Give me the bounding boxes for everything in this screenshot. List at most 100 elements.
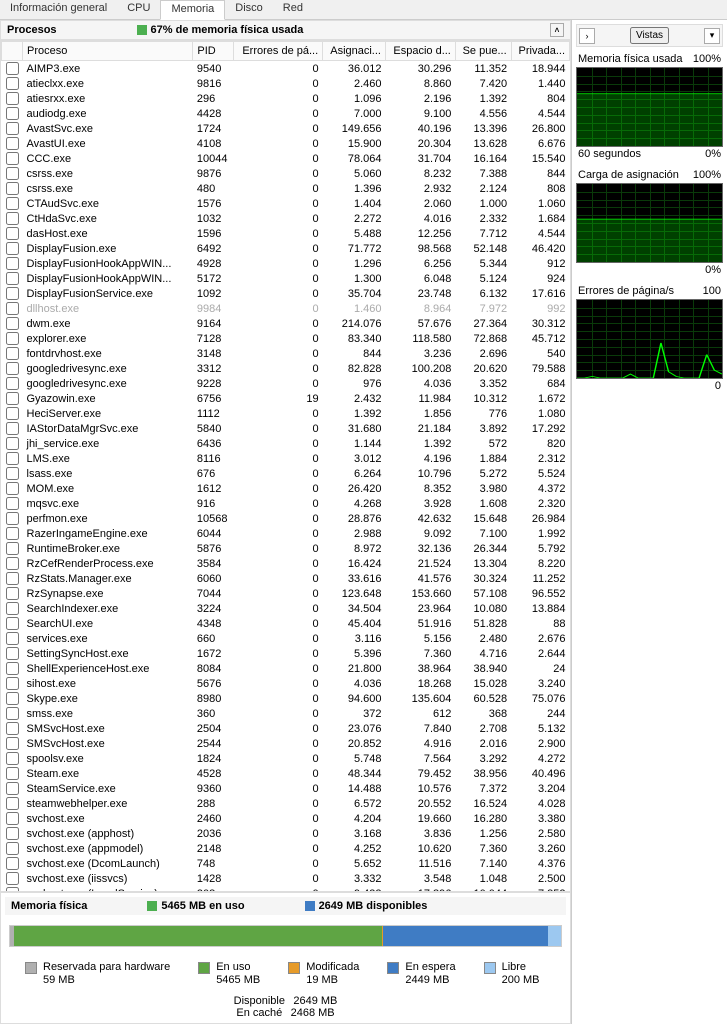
row-checkbox[interactable] xyxy=(6,122,19,135)
table-row[interactable]: CtHdaSvc.exe103202.2724.0162.3321.684 xyxy=(2,211,570,226)
table-row[interactable]: perfmon.exe10568028.87642.63215.64826.98… xyxy=(2,511,570,526)
row-checkbox[interactable] xyxy=(6,437,19,450)
col-header[interactable]: Asignaci... xyxy=(323,42,386,61)
table-row[interactable]: jhi_service.exe643601.1441.392572820 xyxy=(2,436,570,451)
row-checkbox[interactable] xyxy=(6,752,19,765)
table-row[interactable]: ShellExperienceHost.exe8084021.80038.964… xyxy=(2,661,570,676)
row-checkbox[interactable] xyxy=(6,497,19,510)
table-row[interactable]: SettingSyncHost.exe167205.3967.3604.7162… xyxy=(2,646,570,661)
row-checkbox[interactable] xyxy=(6,107,19,120)
row-checkbox[interactable] xyxy=(6,812,19,825)
table-row[interactable]: dwm.exe91640214.07657.67627.36430.312 xyxy=(2,316,570,331)
row-checkbox[interactable] xyxy=(6,392,19,405)
row-checkbox[interactable] xyxy=(6,137,19,150)
row-checkbox[interactable] xyxy=(6,602,19,615)
tab-cpu[interactable]: CPU xyxy=(117,0,160,19)
row-checkbox[interactable] xyxy=(6,212,19,225)
tab-disco[interactable]: Disco xyxy=(225,0,273,19)
table-row[interactable]: RzStats.Manager.exe6060033.61641.57630.3… xyxy=(2,571,570,586)
col-header[interactable]: Proceso xyxy=(23,42,193,61)
row-checkbox[interactable] xyxy=(6,797,19,810)
row-checkbox[interactable] xyxy=(6,767,19,780)
table-row[interactable]: LMS.exe811603.0124.1961.8842.312 xyxy=(2,451,570,466)
table-row[interactable]: DisplayFusion.exe6492071.77298.56852.148… xyxy=(2,241,570,256)
row-checkbox[interactable] xyxy=(6,347,19,360)
table-row[interactable]: Gyazowin.exe6756192.43211.98410.3121.672 xyxy=(2,391,570,406)
table-row[interactable]: sihost.exe567604.03618.26815.0283.240 xyxy=(2,676,570,691)
processes-header[interactable]: Procesos 67% de memoria física usada ˄ xyxy=(0,20,571,40)
table-row[interactable]: AvastUI.exe4108015.90020.30413.6286.676 xyxy=(2,136,570,151)
row-checkbox[interactable] xyxy=(6,332,19,345)
table-row[interactable]: AvastSvc.exe17240149.65640.19613.39626.8… xyxy=(2,121,570,136)
table-row[interactable]: RzCefRenderProcess.exe3584016.42421.5241… xyxy=(2,556,570,571)
row-checkbox[interactable] xyxy=(6,242,19,255)
row-checkbox[interactable] xyxy=(6,302,19,315)
row-checkbox[interactable] xyxy=(6,857,19,870)
table-row[interactable]: csrss.exe48001.3962.9322.124808 xyxy=(2,181,570,196)
row-checkbox[interactable] xyxy=(6,482,19,495)
row-checkbox[interactable] xyxy=(6,92,19,105)
table-row[interactable]: SMSvcHost.exe2504023.0767.8402.7085.132 xyxy=(2,721,570,736)
row-checkbox[interactable] xyxy=(6,152,19,165)
table-row[interactable]: lsass.exe67606.26410.7965.2725.524 xyxy=(2,466,570,481)
row-checkbox[interactable] xyxy=(6,872,19,885)
tab-red[interactable]: Red xyxy=(273,0,313,19)
table-row[interactable]: HeciServer.exe111201.3921.8567761.080 xyxy=(2,406,570,421)
table-row[interactable]: SteamService.exe9360014.48810.5767.3723.… xyxy=(2,781,570,796)
table-row[interactable]: svchost.exe (appmodel)214804.25210.6207.… xyxy=(2,841,570,856)
table-row[interactable]: CCC.exe10044078.06431.70416.16415.540 xyxy=(2,151,570,166)
table-row[interactable]: DisplayFusionHookAppWIN...492801.2966.25… xyxy=(2,256,570,271)
row-checkbox[interactable] xyxy=(6,572,19,585)
table-row[interactable]: DisplayFusionHookAppWIN...517201.3006.04… xyxy=(2,271,570,286)
row-checkbox[interactable] xyxy=(6,617,19,630)
row-checkbox[interactable] xyxy=(6,452,19,465)
table-row[interactable]: audiodg.exe442807.0009.1004.5564.544 xyxy=(2,106,570,121)
table-row[interactable]: atiesrxx.exe29601.0962.1961.392804 xyxy=(2,91,570,106)
tab-memoria[interactable]: Memoria xyxy=(160,0,225,20)
col-header[interactable]: Privada... xyxy=(511,42,569,61)
row-checkbox[interactable] xyxy=(6,647,19,660)
table-row[interactable]: CTAudSvc.exe157601.4042.0601.0001.060 xyxy=(2,196,570,211)
row-checkbox[interactable] xyxy=(6,227,19,240)
row-checkbox[interactable] xyxy=(6,632,19,645)
table-row[interactable]: services.exe66003.1165.1562.4802.676 xyxy=(2,631,570,646)
row-checkbox[interactable] xyxy=(6,182,19,195)
table-row[interactable]: DisplayFusionService.exe1092035.70423.74… xyxy=(2,286,570,301)
table-row[interactable]: RuntimeBroker.exe587608.97232.13626.3445… xyxy=(2,541,570,556)
row-checkbox[interactable] xyxy=(6,692,19,705)
table-row[interactable]: SMSvcHost.exe2544020.8524.9162.0162.900 xyxy=(2,736,570,751)
row-checkbox[interactable] xyxy=(6,377,19,390)
row-checkbox[interactable] xyxy=(6,527,19,540)
table-row[interactable]: SearchUI.exe4348045.40451.91651.82888 xyxy=(2,616,570,631)
row-checkbox[interactable] xyxy=(6,197,19,210)
table-row[interactable]: spoolsv.exe182405.7487.5643.2924.272 xyxy=(2,751,570,766)
row-checkbox[interactable] xyxy=(6,587,19,600)
nav-right-icon[interactable]: › xyxy=(579,28,595,44)
col-header[interactable]: PID xyxy=(193,42,234,61)
row-checkbox[interactable] xyxy=(6,662,19,675)
row-checkbox[interactable] xyxy=(6,62,19,75)
table-row[interactable]: csrss.exe987605.0608.2327.388844 xyxy=(2,166,570,181)
table-row[interactable]: svchost.exe (iissvcs)142803.3323.5481.04… xyxy=(2,871,570,886)
views-button[interactable]: Vistas xyxy=(630,27,669,44)
row-checkbox[interactable] xyxy=(6,167,19,180)
row-checkbox[interactable] xyxy=(6,467,19,480)
col-header[interactable]: Espacio d... xyxy=(385,42,455,61)
col-header[interactable]: Se pue... xyxy=(455,42,511,61)
row-checkbox[interactable] xyxy=(6,782,19,795)
tab-información-general[interactable]: Información general xyxy=(0,0,117,19)
row-checkbox[interactable] xyxy=(6,407,19,420)
process-table-container[interactable]: ProcesoPIDErrores de pá...Asignaci...Esp… xyxy=(0,40,571,892)
row-checkbox[interactable] xyxy=(6,287,19,300)
chevron-up-icon[interactable]: ˄ xyxy=(550,23,564,37)
table-row[interactable]: svchost.exe (DcomLaunch)74805.65211.5167… xyxy=(2,856,570,871)
table-row[interactable]: IAStorDataMgrSvc.exe5840031.68021.1843.8… xyxy=(2,421,570,436)
row-checkbox[interactable] xyxy=(6,362,19,375)
table-row[interactable]: explorer.exe7128083.340118.58072.86845.7… xyxy=(2,331,570,346)
row-checkbox[interactable] xyxy=(6,722,19,735)
table-row[interactable]: svchost.exe (apphost)203603.1683.8361.25… xyxy=(2,826,570,841)
table-row[interactable]: MOM.exe1612026.4208.3523.9804.372 xyxy=(2,481,570,496)
col-header[interactable]: Errores de pá... xyxy=(233,42,322,61)
table-row[interactable]: Skype.exe8980094.600135.60460.52875.076 xyxy=(2,691,570,706)
table-row[interactable]: dllhost.exe998401.4608.9647.972992 xyxy=(2,301,570,316)
